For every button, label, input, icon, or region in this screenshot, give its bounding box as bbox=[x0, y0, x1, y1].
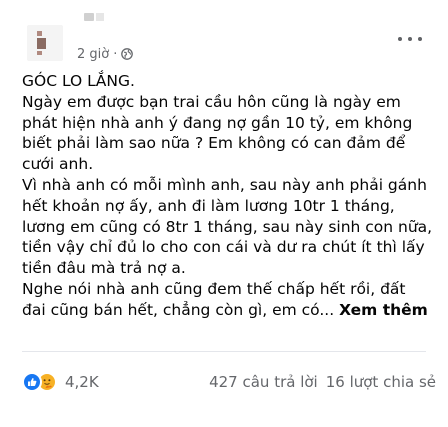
avatar-block bbox=[37, 51, 42, 55]
divider bbox=[22, 351, 426, 352]
reactions[interactable]: 4,2K bbox=[22, 372, 99, 392]
author-name-redacted bbox=[96, 13, 104, 21]
avatar-block bbox=[37, 31, 42, 36]
post-footer: 4,2K 427 câu trả lời 16 lượt chia sẻ bbox=[22, 371, 436, 393]
post-time[interactable]: 2 giờ bbox=[77, 47, 109, 62]
author-name-redacted[interactable] bbox=[84, 13, 94, 21]
meta-separator: · bbox=[113, 46, 118, 62]
post-paragraph: Nghe nói nhà anh cũng đem thế chấp hết r… bbox=[22, 279, 434, 321]
post-content: GÓC LO LẮNG. Ngày em được bạn trai cầu h… bbox=[22, 71, 434, 321]
post-paragraph: Ngày em được bạn trai cầu hôn cũng là ng… bbox=[22, 92, 413, 174]
share-count[interactable]: 16 lượt chia sẻ bbox=[326, 373, 436, 391]
reaction-count: 4,2K bbox=[65, 373, 99, 391]
avatar-block bbox=[37, 38, 46, 49]
post-card: 2 giờ · GÓC LO LẮNG. Ngày em được bạn tr… bbox=[0, 0, 448, 427]
post-meta: 2 giờ · bbox=[77, 46, 134, 62]
more-icon[interactable] bbox=[398, 32, 422, 46]
like-icon bbox=[22, 372, 42, 392]
post-paragraph: GÓC LO LẮNG. bbox=[22, 72, 135, 90]
globe-icon[interactable] bbox=[121, 48, 134, 60]
avatar[interactable] bbox=[27, 25, 63, 61]
comment-count[interactable]: 427 câu trả lời bbox=[209, 373, 318, 391]
see-more-link[interactable]: Xem thêm bbox=[339, 301, 428, 319]
post-paragraph: Vì nhà anh có mỗi mình anh, sau này anh … bbox=[22, 175, 433, 278]
